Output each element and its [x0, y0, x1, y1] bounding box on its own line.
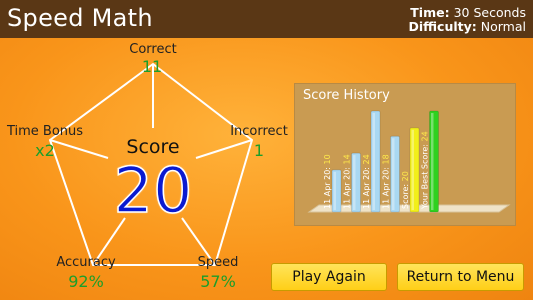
pentagon-spoke-incorrect: [195, 139, 253, 159]
history-bar-label: 11 Apr 20: 10: [323, 154, 332, 209]
speed-value: 57%: [200, 272, 236, 291]
history-bar-label: 11 Apr 20: 24: [362, 154, 371, 209]
correct-value: 11: [141, 57, 163, 76]
history-bar-shine: [411, 129, 414, 210]
pentagon-spoke-time-bonus: [49, 139, 109, 159]
time-bonus-label: Time Bonus: [6, 124, 84, 139]
return-to-menu-button[interactable]: Return to Menu: [397, 263, 524, 291]
history-bar-label: Score: 20: [401, 171, 410, 209]
speed-label: Speed: [197, 255, 239, 270]
history-bar: [331, 169, 342, 213]
history-bar-label: 11 Apr 20: 18: [382, 154, 391, 209]
incorrect-value: 1: [253, 141, 265, 160]
history-bar: [390, 135, 400, 213]
history-bar: [351, 152, 361, 213]
score-history-chart: 11 Apr 20: 10 11 Apr 20: 14 11 Apr 20: 24 1…: [307, 110, 511, 213]
history-bar-shine: [333, 171, 336, 210]
time-bonus-value: x2: [35, 141, 55, 160]
play-again-button[interactable]: Play Again: [271, 263, 387, 291]
correct-label: Correct: [129, 42, 177, 57]
history-bar-shine: [372, 113, 375, 210]
accuracy-label: Accuracy: [56, 255, 116, 270]
history-bar-shine: [392, 138, 395, 210]
history-bar: [370, 110, 381, 213]
history-bar-shine: [353, 155, 356, 210]
score-history-panel: Score History 11 Apr 20: 10 11 Apr 20: 14…: [294, 83, 516, 226]
history-bar-label: 11 Apr 20: 14: [343, 154, 352, 209]
history-bar-shine: [431, 113, 434, 210]
history-bar: [409, 127, 420, 213]
incorrect-label: Incorrect: [230, 124, 288, 139]
history-bar-label: Your Best Score: 24: [421, 131, 430, 210]
accuracy-value: 92%: [68, 272, 104, 291]
history-bar: [429, 110, 439, 213]
score-value: 20: [113, 154, 193, 227]
